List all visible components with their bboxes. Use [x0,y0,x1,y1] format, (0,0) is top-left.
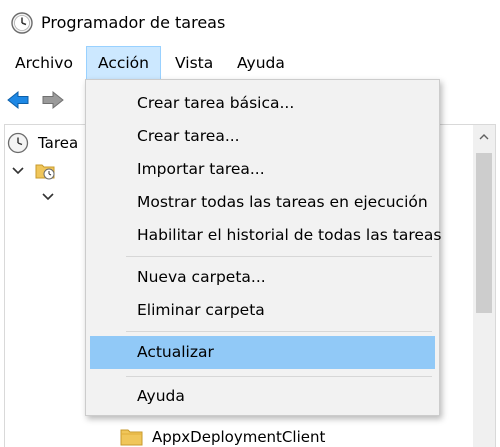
menu-separator [126,376,432,377]
tree-library-row[interactable] [11,159,57,183]
forward-arrow-icon[interactable] [40,88,66,112]
menu-separator [126,331,432,332]
menu-item-eliminar-carpeta[interactable]: Eliminar carpeta [90,294,435,327]
chevron-down-icon[interactable] [41,190,55,204]
menu-item-importar-tarea[interactable]: Importar tarea... [90,153,435,186]
menu-item-actualizar[interactable]: Actualizar [90,336,435,369]
menu-accion[interactable]: Acción [86,46,161,80]
folder-icon [120,429,143,446]
back-arrow-icon[interactable] [5,88,31,112]
menu-item-ayuda[interactable]: Ayuda [90,380,435,413]
clock-icon [7,132,29,154]
tree-folder-row[interactable]: AppxDeploymentClient [120,425,325,447]
clock-icon [11,12,33,34]
menu-bar: Archivo Acción Vista Ayuda [0,46,500,80]
menu-item-nueva-carpeta[interactable]: Nueva carpeta... [90,261,435,294]
menu-item-habilitar-historial[interactable]: Habilitar el historial de todas las tare… [90,219,441,252]
scroll-thumb[interactable] [476,153,492,313]
menu-ayuda[interactable]: Ayuda [226,46,296,80]
window-title: Programador de tareas [41,13,226,32]
tree-microsoft-row[interactable] [41,185,55,209]
menu-item-crear-tarea[interactable]: Crear tarea... [90,120,435,153]
vertical-scrollbar[interactable] [473,125,495,447]
menu-item-crear-tarea-basica[interactable]: Crear tarea básica... [90,87,435,120]
chevron-down-icon[interactable] [11,164,25,178]
menu-archivo[interactable]: Archivo [4,46,84,80]
menu-separator [126,256,432,257]
tree-root-row[interactable]: Tarea [7,131,78,155]
menu-vista[interactable]: Vista [164,46,224,80]
title-bar: Programador de tareas [0,0,500,46]
tree-folder-label: AppxDeploymentClient [152,428,326,446]
menu-item-mostrar-tareas-ejecucion[interactable]: Mostrar todas las tareas en ejecución [90,186,435,219]
scroll-up-arrow-icon[interactable] [473,125,495,149]
folder-clock-icon [35,164,55,180]
tree-root-label: Tarea [38,134,79,152]
task-scheduler-window: Programador de tareas Archivo Acción Vis… [0,0,500,447]
accion-dropdown-menu: Crear tarea básica... Crear tarea... Imp… [85,79,441,416]
